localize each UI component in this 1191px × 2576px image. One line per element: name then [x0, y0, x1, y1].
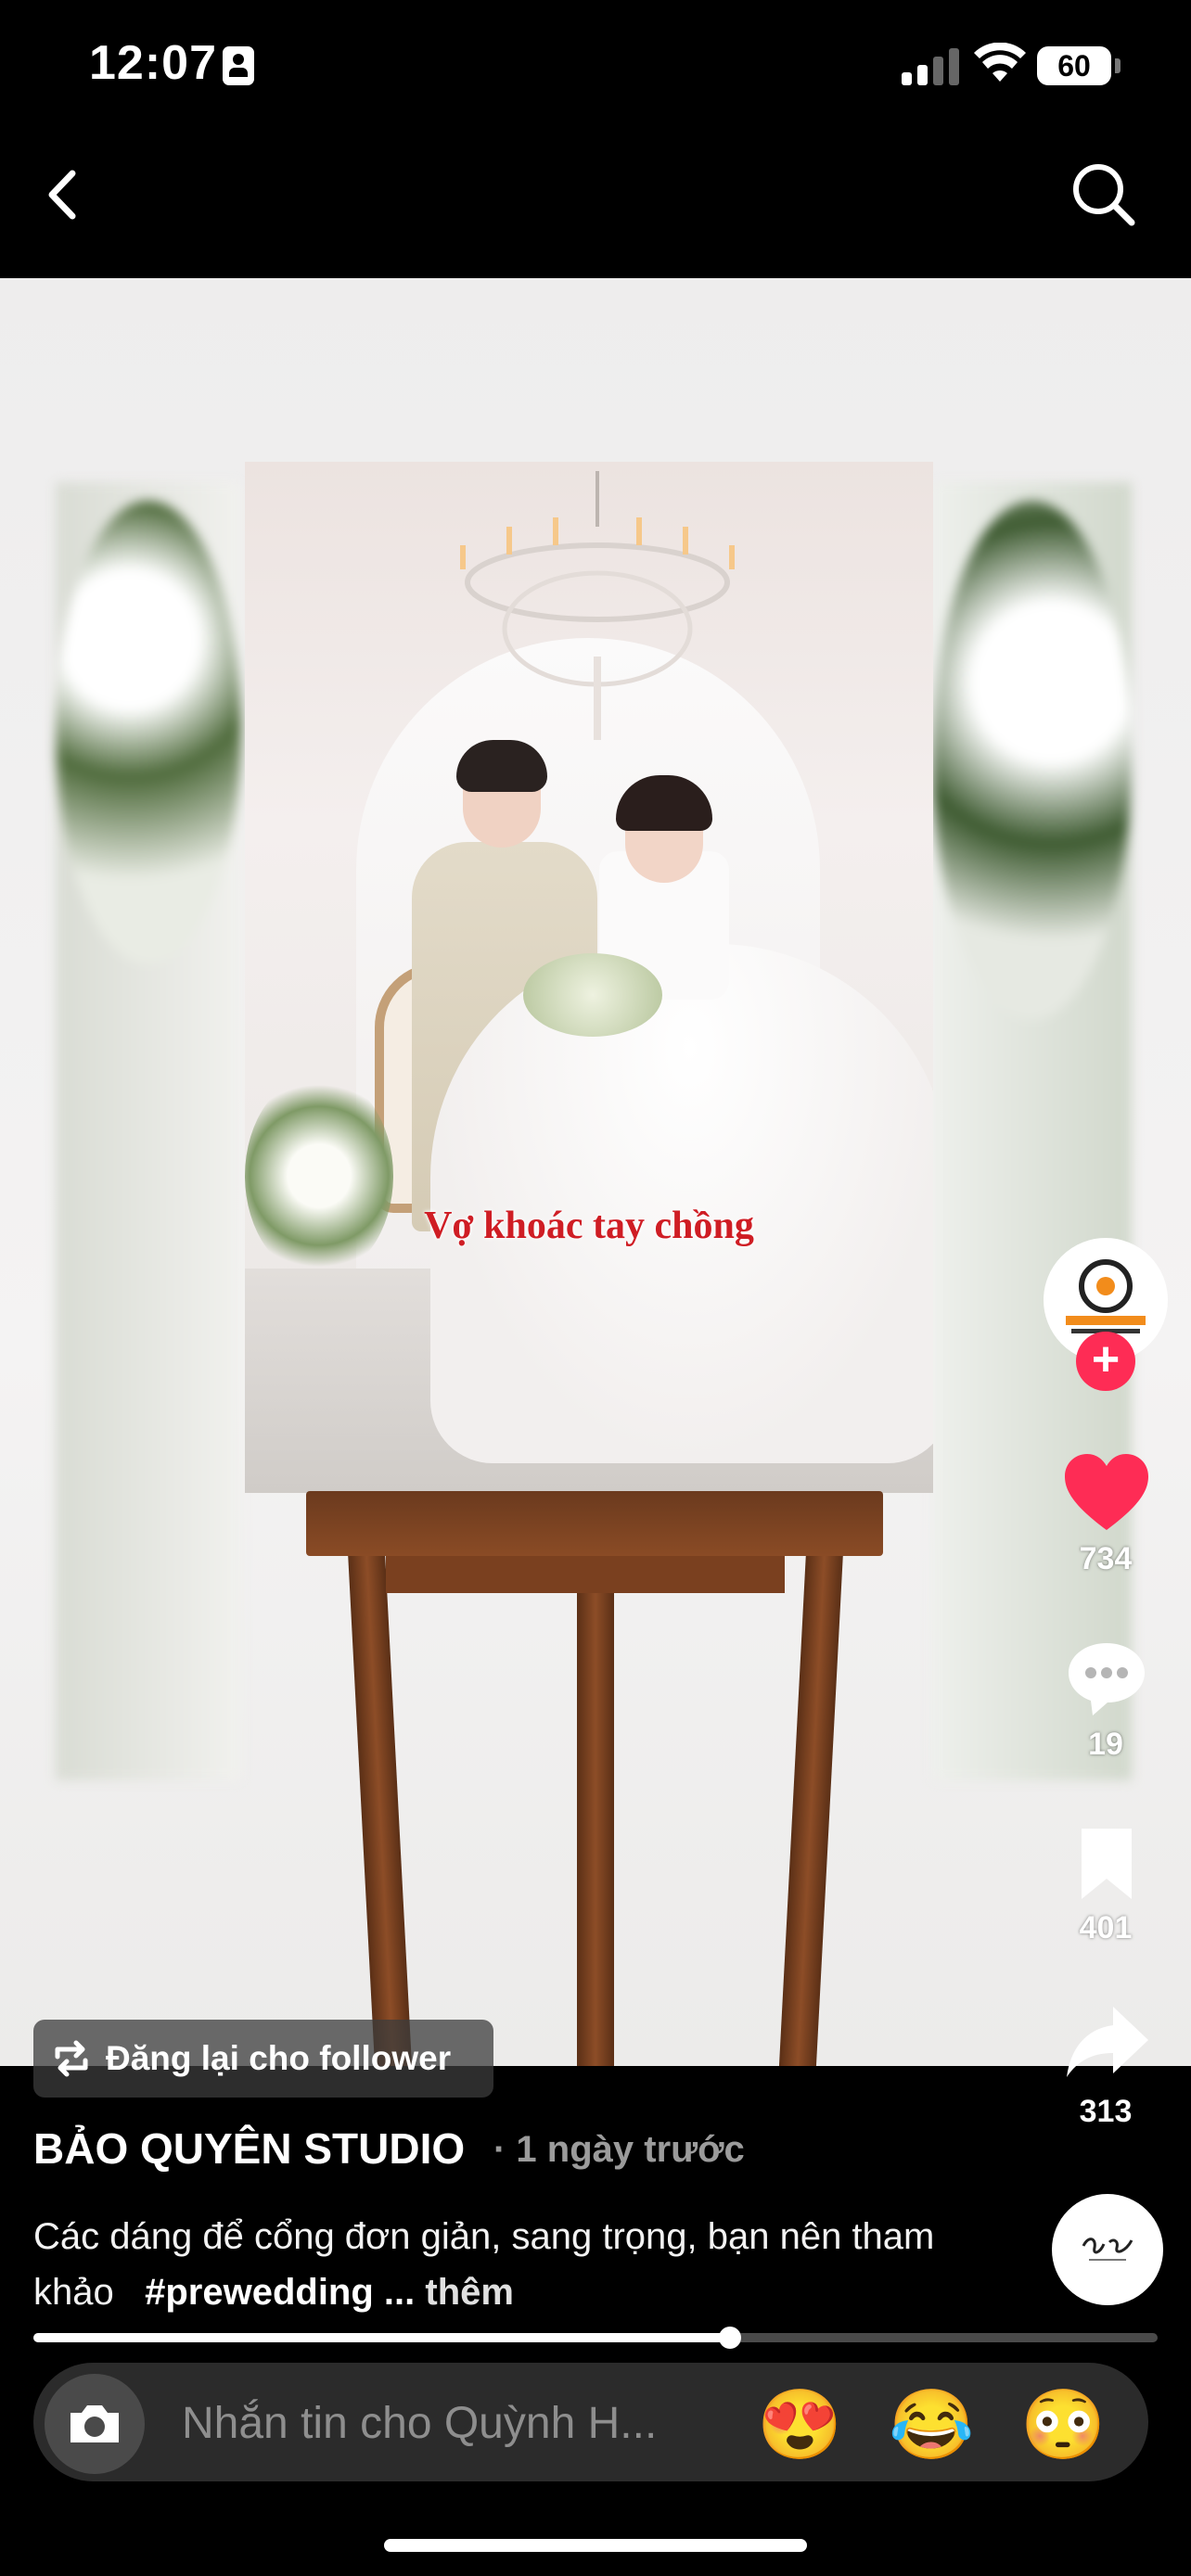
video-player[interactable]: Vợ khoác tay chồng	[0, 278, 1191, 2066]
post-description[interactable]: Các dáng để cổng đơn giản, sang trọng, b…	[33, 2209, 1007, 2320]
search-icon[interactable]	[1067, 158, 1141, 232]
camera-button[interactable]	[45, 2374, 145, 2474]
chandelier-icon	[460, 471, 735, 740]
repost-label: Đăng lại cho follower	[106, 2039, 452, 2077]
status-bar: 12:07 60	[0, 0, 1191, 130]
easel-leg-right	[775, 1556, 843, 2066]
groom-hair	[456, 740, 547, 792]
bookmark-icon[interactable]	[1076, 1825, 1137, 1903]
wifi-icon	[974, 43, 1026, 82]
wedding-photo: Vợ khoác tay chồng	[245, 462, 933, 1493]
comment-count: 19	[1088, 1727, 1123, 1762]
video-progress-fill	[33, 2333, 730, 2342]
back-arrow-icon[interactable]	[37, 162, 93, 227]
save-count: 401	[1079, 1910, 1133, 1945]
easel-leg-left	[348, 1556, 416, 2066]
repost-button[interactable]: Đăng lại cho follower	[33, 2020, 493, 2098]
home-indicator[interactable]	[384, 2539, 807, 2552]
battery-nub	[1115, 58, 1121, 73]
follow-button[interactable]: +	[1076, 1332, 1135, 1391]
comment-icon[interactable]	[1065, 1639, 1148, 1717]
video-caption-overlay: Vợ khoác tay chồng	[424, 1205, 754, 1247]
status-time: 12:07	[89, 36, 217, 90]
message-input[interactable]: Nhắn tin cho Quỳnh H...	[182, 2398, 657, 2449]
bouquet	[523, 953, 662, 1037]
contact-card-icon	[223, 46, 254, 85]
like-count: 734	[1079, 1541, 1133, 1576]
battery-indicator: 60	[1037, 46, 1111, 85]
heart-icon[interactable]	[1065, 1454, 1148, 1534]
video-background-flowers-right	[932, 482, 1132, 1780]
author-name[interactable]: BẢO QUYÊN STUDIO	[33, 2123, 465, 2174]
emoji-flushed-button[interactable]: 😳	[1020, 2383, 1106, 2467]
share-count: 313	[1079, 2094, 1133, 2129]
video-progress-handle[interactable]	[719, 2327, 741, 2349]
signature-logo-icon	[1082, 2238, 1133, 2261]
easel-top	[306, 1491, 883, 1556]
camera-icon	[70, 2405, 119, 2442]
video-background-flowers-left	[56, 482, 241, 1780]
see-more-link[interactable]: thêm	[425, 2272, 514, 2313]
repost-icon	[55, 2040, 88, 2077]
hashtag-prewedding[interactable]: #prewedding ...	[145, 2272, 415, 2313]
emoji-heart-eyes-button[interactable]: 😍	[757, 2383, 842, 2467]
signal-icon	[902, 45, 961, 85]
easel-leg-center	[577, 1556, 614, 2066]
post-time: · 1 ngày trước	[493, 2129, 745, 2170]
share-arrow-icon[interactable]	[1065, 2003, 1150, 2081]
music-disc-icon[interactable]	[1052, 2194, 1163, 2305]
easel-crossbar	[386, 1556, 785, 1593]
emoji-laughing-button[interactable]: 😂	[889, 2383, 974, 2467]
